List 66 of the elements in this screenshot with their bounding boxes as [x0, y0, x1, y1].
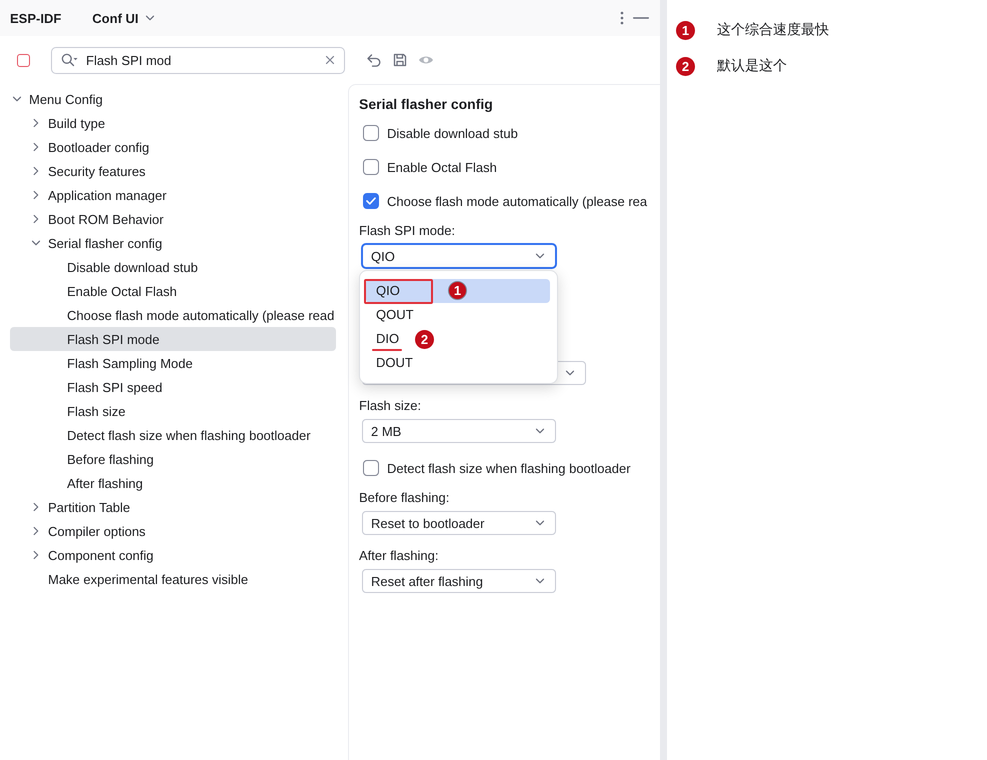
tree-item[interactable]: Before flashing	[10, 447, 336, 471]
chevron-down-icon	[144, 13, 155, 23]
minimize-icon[interactable]	[633, 17, 649, 19]
checkbox[interactable]	[17, 54, 30, 66]
tree-item[interactable]: Enable Octal Flash	[10, 279, 336, 303]
field-label: Flash size:	[359, 398, 422, 414]
view-dropdown[interactable]: Conf UI	[92, 10, 155, 26]
checkbox-label[interactable]: Choose flash mode automatically (please rea	[387, 194, 648, 208]
tree-item[interactable]: Serial flasher config	[10, 231, 336, 255]
checkbox-label[interactable]: Detect flash size when flashing bootloader	[387, 460, 631, 476]
tree-item[interactable]: Bootloader config	[10, 135, 336, 159]
note-text: 默认是这个	[717, 57, 787, 75]
dropdown-option[interactable]: DIO	[366, 327, 404, 351]
tree-item[interactable]: Partition Table	[10, 495, 336, 519]
section-title: Serial flasher config	[359, 95, 494, 113]
save-icon[interactable]	[392, 52, 408, 68]
dropdown-option[interactable]: DOUT	[366, 351, 417, 375]
checkbox-label[interactable]: Disable download stub	[387, 126, 518, 140]
tree-item[interactable]: Build type	[10, 111, 336, 135]
checkbox[interactable]	[363, 159, 379, 175]
undo-icon[interactable]	[366, 52, 382, 68]
field-label: Before flashing:	[359, 490, 450, 506]
tree-item[interactable]: Boot ROM Behavior	[10, 207, 336, 231]
tree-item[interactable]: Flash SPI speed	[10, 375, 336, 399]
chevron-down-icon	[565, 368, 575, 378]
app-title: ESP-IDF	[10, 10, 62, 26]
chevron-down-icon	[535, 518, 545, 528]
checkbox[interactable]	[363, 125, 379, 141]
tree-item[interactable]: Flash SPI mode	[10, 327, 336, 351]
note-text: 这个综合速度最快	[717, 21, 829, 39]
chevron-down-icon	[535, 576, 545, 586]
check-icon	[366, 197, 376, 205]
tree-item[interactable]: Detect flash size when flashing bootloader	[10, 423, 336, 447]
tree-item[interactable]: Compiler options	[10, 519, 336, 543]
search-field[interactable]: Flash SPI mod	[51, 46, 345, 74]
checkbox[interactable]	[363, 193, 379, 209]
field-label: Flash SPI mode:	[359, 223, 456, 239]
checkbox-label[interactable]: Enable Octal Flash	[387, 160, 497, 174]
close-icon[interactable]	[325, 55, 335, 65]
dropdown-field[interactable]: Reset after flashing	[362, 569, 556, 593]
annotation-underline	[372, 349, 402, 351]
more-options-icon[interactable]	[620, 10, 624, 26]
tree-item[interactable]: Flash Sampling Mode	[10, 351, 336, 375]
tree-item[interactable]: Flash size	[10, 399, 336, 423]
dropdown-option[interactable]: QOUT	[366, 303, 418, 327]
search-icon[interactable]	[61, 53, 78, 67]
chevron-down-icon	[535, 426, 545, 436]
tree-item[interactable]: Make experimental features visible	[10, 567, 336, 591]
tree-item[interactable]: Choose flash mode automatically (please read	[10, 303, 336, 327]
annotation-rectangle	[364, 279, 433, 304]
step-badge: 2	[676, 56, 695, 76]
search-text: Flash SPI mod	[86, 52, 172, 68]
dropdown-field[interactable]: Reset to bootloader	[362, 511, 556, 535]
checkbox[interactable]	[363, 460, 379, 476]
field-label: After flashing:	[359, 548, 440, 564]
step-badge: 2	[415, 330, 434, 349]
step-badge: 1	[676, 20, 695, 40]
tree-item[interactable]: Disable download stub	[10, 255, 336, 279]
tree-item[interactable]: Menu Config	[10, 87, 336, 111]
tree-item[interactable]: Security features	[10, 159, 336, 183]
tree-item[interactable]: Application manager	[10, 183, 336, 207]
tree-item[interactable]: After flashing	[10, 471, 336, 495]
dropdown-field[interactable]: 2 MB	[362, 419, 556, 443]
dropdown-field[interactable]: QIO	[362, 244, 556, 268]
chevron-down-icon	[535, 251, 545, 261]
tree-item[interactable]: Component config	[10, 543, 336, 567]
